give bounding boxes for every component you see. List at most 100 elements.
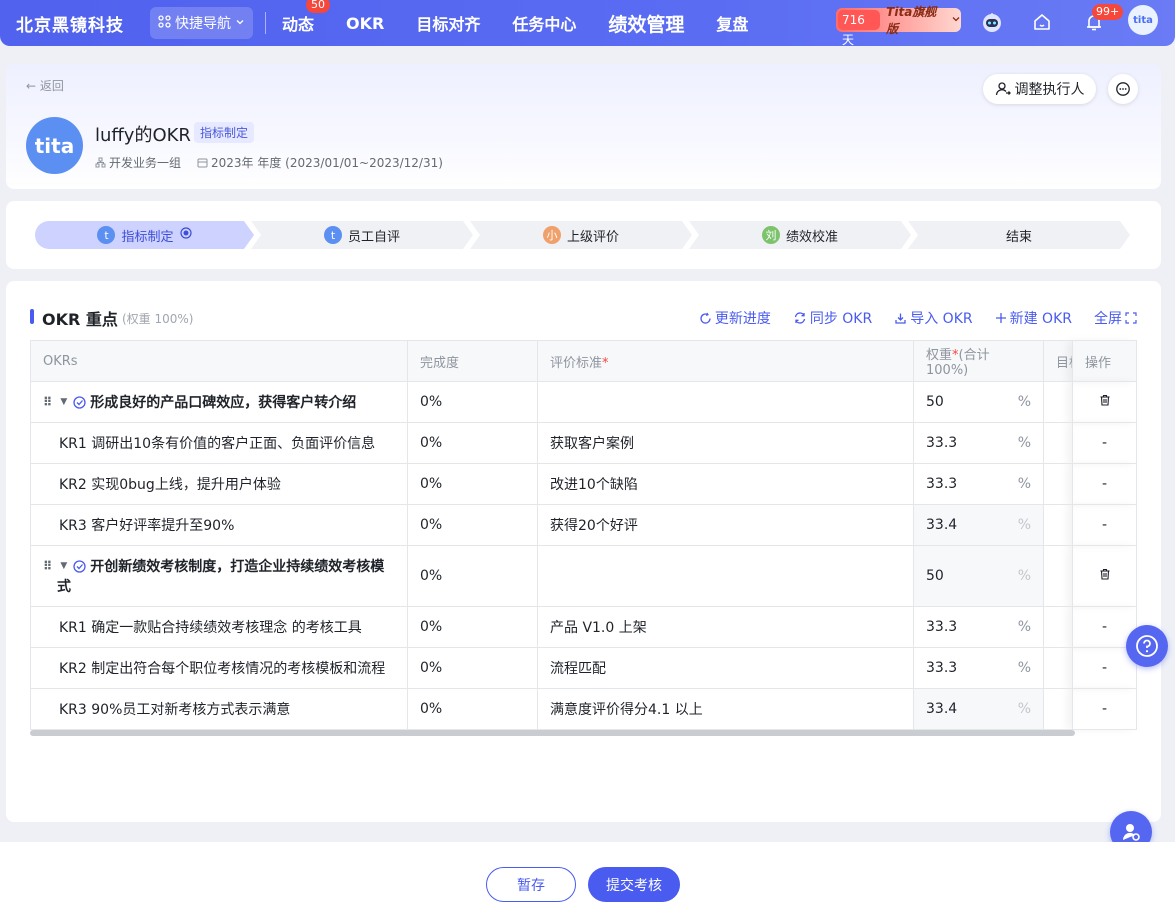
drag-handle-icon[interactable]: ⠿ — [43, 395, 52, 409]
table-row-kr: KR1 确定一款贴合持续绩效考核理念 的考核工具 0% 产品 V1.0 上架 3… — [30, 606, 1137, 648]
criteria-cell[interactable]: 流程匹配 — [537, 647, 914, 689]
ops-cell: - — [1072, 463, 1137, 505]
table-row-kr: KR3 客户好评率提升至90% 0% 获得20个好评 33.4% - — [30, 504, 1137, 546]
weight-input[interactable]: 33.3% — [913, 463, 1044, 505]
department: 开发业务一组 — [95, 154, 181, 171]
period: 2023年 年度 (2023/01/01~2023/12/31) — [197, 154, 443, 171]
completion-cell: 0% — [407, 647, 538, 689]
completion-cell: 0% — [407, 504, 538, 546]
criteria-cell[interactable] — [537, 381, 914, 423]
ops-cell: - — [1072, 504, 1137, 546]
criteria-cell[interactable]: 获得20个好评 — [537, 504, 914, 546]
save-draft-button[interactable]: 暂存 — [486, 867, 576, 902]
import-okr-button[interactable]: 导入 OKR — [894, 308, 973, 328]
objective-target-icon — [73, 559, 86, 573]
comment-button[interactable] — [1108, 74, 1138, 104]
horizontal-scrollbar[interactable] — [30, 730, 1075, 736]
submit-review-button[interactable]: 提交考核 — [588, 867, 680, 902]
objective-name-wrap: 式 — [57, 579, 71, 595]
user-switch-icon — [995, 82, 1011, 96]
criteria-cell[interactable]: 满意度评价得分4.1 以上 — [537, 688, 914, 730]
weight-input[interactable]: 33.3% — [913, 606, 1044, 648]
nav-item-feed[interactable]: 动态 50 — [282, 0, 331, 35]
weight-input[interactable]: 33.3% — [913, 647, 1044, 689]
objective-target-icon — [73, 395, 86, 409]
step-avatar: 小 — [543, 226, 561, 244]
page-title: luffy的OKR — [95, 125, 191, 146]
completion-cell: 0% — [407, 545, 538, 607]
fullscreen-button[interactable]: 全屏 — [1094, 308, 1137, 328]
target-cell — [1043, 606, 1073, 648]
adjust-assignee-button[interactable]: 调整执行人 — [983, 74, 1096, 104]
sync-okr-button[interactable]: 同步 OKR — [793, 308, 872, 328]
criteria-cell[interactable]: 获取客户案例 — [537, 422, 914, 464]
company-name[interactable]: 北京黑镜科技 — [16, 11, 144, 36]
okr-header-card: ← 返回 tita luffy的OKR 指标制定 开发业务一组 2023年 年度… — [6, 64, 1161, 189]
weight-input[interactable]: 33.4% — [913, 504, 1044, 546]
nav-item-review[interactable]: 复盘 — [716, 11, 748, 35]
step-self-review[interactable]: t 员工自评 — [251, 221, 473, 249]
step-end[interactable]: 结束 — [908, 221, 1130, 249]
criteria-cell[interactable]: 产品 V1.0 上架 — [537, 606, 914, 648]
okr-meta: 开发业务一组 2023年 年度 (2023/01/01~2023/12/31) — [95, 154, 443, 171]
weight-input[interactable]: 33.3% — [913, 422, 1044, 464]
table-header-row: OKRs 完成度 评价标准* 权重*(合计100%) 目标 操作 — [30, 340, 1137, 382]
create-okr-button[interactable]: 新建 OKR — [995, 308, 1072, 328]
column-header-completion: 完成度 — [407, 340, 538, 382]
ops-cell: - — [1072, 688, 1137, 730]
comment-icon — [1116, 82, 1130, 96]
collapse-triangle-icon[interactable]: ▼ — [60, 397, 67, 407]
edition-days: 716天 — [838, 10, 881, 47]
table-row-objective: ⠿ ▼ 形成良好的产品口碑效应，获得客户转介绍 0% 50% — [30, 381, 1137, 423]
quick-nav-label: 快捷导航 — [175, 16, 231, 32]
completion-cell: 0% — [407, 606, 538, 648]
weight-input[interactable]: 50% — [913, 381, 1044, 423]
kr-cell: KR3 90%员工对新考核方式表示满意 — [30, 688, 408, 730]
ops-cell — [1072, 545, 1137, 607]
completion-cell: 0% — [407, 688, 538, 730]
update-progress-button[interactable]: 更新进度 — [699, 308, 771, 328]
current-dot-icon — [180, 227, 192, 243]
drag-handle-icon[interactable]: ⠿ — [43, 559, 52, 573]
table-row-kr: KR3 90%员工对新考核方式表示满意 0% 满意度评价得分4.1 以上 33.… — [30, 688, 1137, 730]
step-avatar: t — [97, 226, 115, 244]
kr-cell: KR1 确定一款贴合持续绩效考核理念 的考核工具 — [30, 606, 408, 648]
refresh-icon — [700, 312, 711, 324]
weight-input[interactable]: 33.4% — [913, 688, 1044, 730]
section-weight-note: (权重 100%) — [122, 312, 194, 326]
ops-cell: - — [1072, 422, 1137, 464]
grid-icon — [158, 14, 171, 32]
nav-item-performance[interactable]: 绩效管理 — [608, 10, 684, 37]
arrow-left-icon: ← — [26, 79, 37, 93]
back-link[interactable]: ← 返回 — [26, 77, 64, 94]
user-avatar[interactable]: tita — [1128, 5, 1158, 35]
robot-assistant-icon[interactable] — [981, 11, 1003, 33]
quick-nav-button[interactable]: 快捷导航 — [150, 7, 253, 39]
edition-badge[interactable]: 716天 Tita旗舰版 — [836, 5, 961, 47]
feed-count-badge: 50 — [306, 0, 331, 13]
status-tag: 指标制定 — [194, 122, 255, 143]
help-button[interactable] — [1126, 625, 1168, 667]
ops-cell — [1072, 381, 1137, 423]
target-cell — [1043, 688, 1073, 730]
step-indicator-setting[interactable]: t 指标制定 — [35, 221, 254, 249]
edition-name: Tita旗舰版 — [886, 5, 937, 36]
nav-item-alignment[interactable]: 目标对齐 — [416, 11, 480, 35]
weight-input[interactable]: 50% — [913, 545, 1044, 607]
okr-section-card: OKR 重点 (权重 100%) 更新进度 同步 OKR 导入 OKR 新建 O… — [6, 281, 1161, 822]
kr-cell: KR2 制定出符合每个职位考核情况的考核模板和流程 — [30, 647, 408, 689]
collapse-triangle-icon[interactable]: ▼ — [60, 561, 67, 571]
home-icon[interactable] — [1031, 11, 1053, 33]
chevron-down-icon — [951, 13, 961, 27]
step-calibration[interactable]: 刘 绩效校准 — [689, 221, 911, 249]
trash-icon[interactable] — [1099, 568, 1111, 580]
criteria-cell[interactable]: 改进10个缺陷 — [537, 463, 914, 505]
trash-icon[interactable] — [1099, 394, 1111, 406]
step-manager-review[interactable]: 小 上级评价 — [470, 221, 692, 249]
nav-item-tasks[interactable]: 任务中心 — [512, 11, 576, 35]
criteria-cell[interactable] — [537, 545, 914, 607]
nav-item-okr[interactable]: OKR — [346, 14, 384, 33]
objective-cell: ⠿ ▼ 开创新绩效考核制度，打造企业持续绩效考核模 式 — [30, 545, 408, 607]
notification-count-badge: 99+ — [1092, 4, 1124, 20]
completion-cell: 0% — [407, 381, 538, 423]
